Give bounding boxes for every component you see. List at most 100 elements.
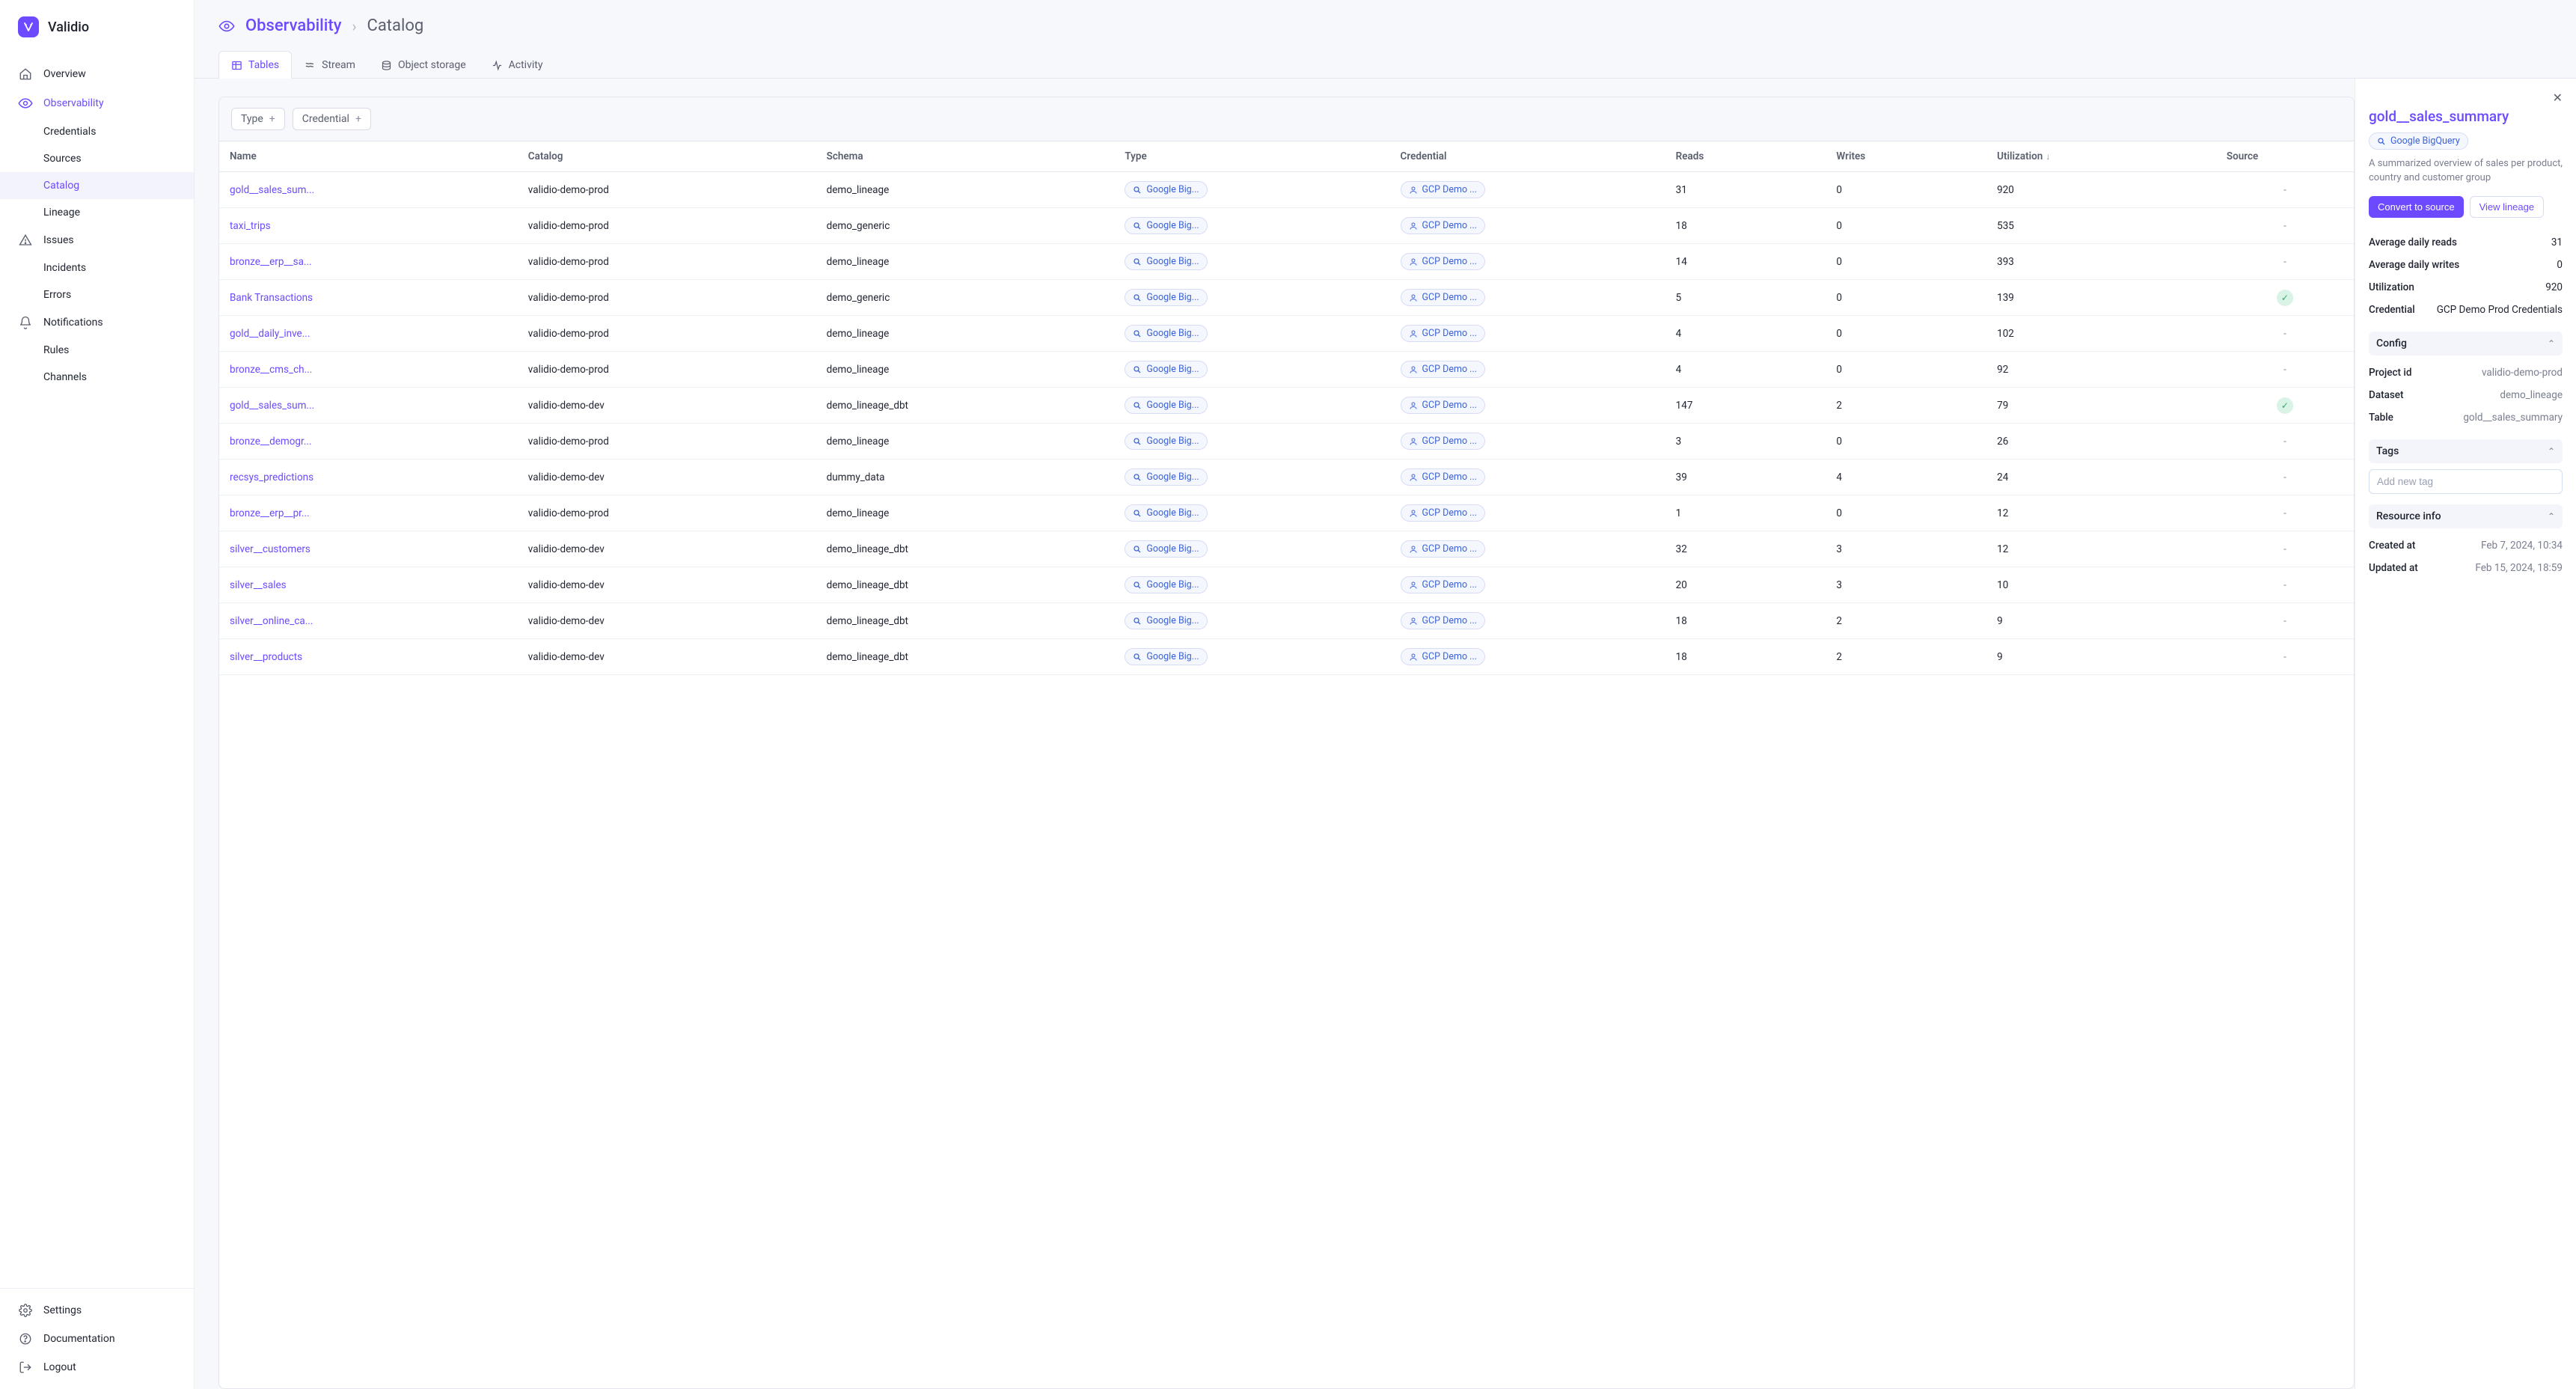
section-header-resource[interactable]: Resource info ⌃: [2369, 504, 2563, 528]
cell-name[interactable]: gold__sales_sum...: [219, 172, 518, 208]
cell-catalog: validio-demo-dev: [518, 531, 816, 567]
table-row[interactable]: gold__daily_inve...validio-demo-proddemo…: [219, 316, 2354, 352]
close-icon[interactable]: ✕: [2553, 91, 2563, 105]
cell-writes: 0: [1826, 208, 1986, 244]
nav-item-issues[interactable]: Issues: [0, 226, 194, 254]
section-header-tags[interactable]: Tags ⌃: [2369, 439, 2563, 463]
cell-reads: 3: [1665, 424, 1826, 460]
tab-stream[interactable]: Stream: [292, 51, 368, 79]
cell-type: Google Big...: [1114, 244, 1389, 280]
cell-credential: GCP Demo ...: [1390, 495, 1665, 531]
cell-catalog: validio-demo-prod: [518, 495, 816, 531]
col-header-schema[interactable]: Schema: [816, 141, 1115, 172]
nav-item-documentation[interactable]: Documentation: [0, 1325, 194, 1353]
cell-name[interactable]: silver__products: [219, 639, 518, 675]
nav-sub-lineage[interactable]: Lineage: [0, 199, 194, 226]
table-row[interactable]: bronze__erp__sa...validio-demo-proddemo_…: [219, 244, 2354, 280]
nav-sub-catalog[interactable]: Catalog: [0, 172, 194, 199]
cell-name[interactable]: recsys_predictions: [219, 460, 518, 495]
chevron-up-icon: ⌃: [2548, 338, 2555, 349]
nav-item-notifications[interactable]: Notifications: [0, 308, 194, 337]
cell-name[interactable]: gold__daily_inve...: [219, 316, 518, 352]
cell-name[interactable]: silver__online_ca...: [219, 603, 518, 639]
nav-sub-rules[interactable]: Rules: [0, 337, 194, 364]
nav-item-overview[interactable]: Overview: [0, 60, 194, 88]
section-header-config[interactable]: Config ⌃: [2369, 332, 2563, 355]
cell-name[interactable]: Bank Transactions: [219, 280, 518, 316]
table-row[interactable]: bronze__demogr...validio-demo-proddemo_l…: [219, 424, 2354, 460]
filter-bar: Type + Credential +: [219, 97, 2354, 141]
nav-item-label: Logout: [43, 1361, 76, 1373]
cell-catalog: validio-demo-dev: [518, 388, 816, 424]
table-row[interactable]: Bank Transactionsvalidio-demo-proddemo_g…: [219, 280, 2354, 316]
tab-activity[interactable]: Activity: [479, 51, 556, 79]
cell-name[interactable]: taxi_trips: [219, 208, 518, 244]
col-header-utilization[interactable]: Utilization↓: [1986, 141, 2216, 172]
credential-icon: [1409, 365, 1418, 374]
cell-reads: 4: [1665, 316, 1826, 352]
credential-pill: GCP Demo ...: [1401, 361, 1486, 378]
table-row[interactable]: recsys_predictionsvalidio-demo-devdummy_…: [219, 460, 2354, 495]
type-label: Google Big...: [1146, 364, 1199, 375]
nav-sub-label: Lineage: [43, 207, 80, 219]
credential-pill: GCP Demo ...: [1401, 576, 1486, 593]
dash-icon: -: [2283, 328, 2286, 340]
table-row[interactable]: silver__online_ca...validio-demo-devdemo…: [219, 603, 2354, 639]
nav-sub-label: Incidents: [43, 262, 86, 274]
cell-schema: demo_generic: [816, 208, 1115, 244]
table-row[interactable]: silver__productsvalidio-demo-devdemo_lin…: [219, 639, 2354, 675]
type-pill: Google Big...: [1125, 433, 1207, 450]
cell-writes: 0: [1826, 352, 1986, 388]
kv-value: Feb 15, 2024, 18:59: [2475, 562, 2563, 574]
col-header-type[interactable]: Type: [1114, 141, 1389, 172]
convert-to-source-button[interactable]: Convert to source: [2369, 196, 2464, 218]
nav-item-logout[interactable]: Logout: [0, 1353, 194, 1382]
nav-item-settings[interactable]: Settings: [0, 1296, 194, 1325]
table-row[interactable]: silver__salesvalidio-demo-devdemo_lineag…: [219, 567, 2354, 603]
cell-name[interactable]: gold__sales_sum...: [219, 388, 518, 424]
col-header-reads[interactable]: Reads: [1665, 141, 1826, 172]
col-header-catalog[interactable]: Catalog: [518, 141, 816, 172]
table-row[interactable]: bronze__cms_ch...validio-demo-proddemo_l…: [219, 352, 2354, 388]
cell-catalog: validio-demo-dev: [518, 460, 816, 495]
nav-sub-errors[interactable]: Errors: [0, 281, 194, 308]
col-header-writes[interactable]: Writes: [1826, 141, 1986, 172]
table-row[interactable]: taxi_tripsvalidio-demo-proddemo_genericG…: [219, 208, 2354, 244]
table-row[interactable]: gold__sales_sum...validio-demo-devdemo_l…: [219, 388, 2354, 424]
bigquery-icon: [1133, 437, 1142, 446]
view-lineage-button[interactable]: View lineage: [2470, 196, 2544, 218]
chevron-right-icon: ›: [352, 17, 357, 35]
nav-sub-sources[interactable]: Sources: [0, 145, 194, 172]
cell-name[interactable]: bronze__demogr...: [219, 424, 518, 460]
cell-name[interactable]: bronze__erp__pr...: [219, 495, 518, 531]
col-header-source[interactable]: Source: [2216, 141, 2354, 172]
nav-sub-incidents[interactable]: Incidents: [0, 254, 194, 281]
col-header-name[interactable]: Name: [219, 141, 518, 172]
credential-label: GCP Demo ...: [1422, 292, 1478, 303]
dash-icon: -: [2283, 651, 2286, 663]
cell-reads: 4: [1665, 352, 1826, 388]
stream-icon: [305, 60, 316, 71]
cell-type: Google Big...: [1114, 280, 1389, 316]
tab-object-storage[interactable]: Object storage: [368, 51, 479, 79]
filter-credential[interactable]: Credential +: [293, 108, 371, 130]
cell-name[interactable]: silver__sales: [219, 567, 518, 603]
type-pill: Google Big...: [1125, 540, 1207, 558]
cell-name[interactable]: bronze__cms_ch...: [219, 352, 518, 388]
nav-item-observability[interactable]: Observability: [0, 88, 194, 118]
col-header-credential[interactable]: Credential: [1390, 141, 1665, 172]
nav-sub-credentials[interactable]: Credentials: [0, 118, 194, 145]
credential-pill: GCP Demo ...: [1401, 181, 1486, 198]
breadcrumb-root[interactable]: Observability: [245, 16, 342, 35]
table-row[interactable]: bronze__erp__pr...validio-demo-proddemo_…: [219, 495, 2354, 531]
filter-type[interactable]: Type +: [231, 108, 285, 130]
breadcrumb-current: Catalog: [367, 16, 424, 35]
cell-name[interactable]: silver__customers: [219, 531, 518, 567]
table-row[interactable]: silver__customersvalidio-demo-devdemo_li…: [219, 531, 2354, 567]
tab-tables[interactable]: Tables: [218, 51, 292, 79]
cell-name[interactable]: bronze__erp__sa...: [219, 244, 518, 280]
table-row[interactable]: gold__sales_sum...validio-demo-proddemo_…: [219, 172, 2354, 208]
credential-label: GCP Demo ...: [1422, 364, 1478, 375]
nav-sub-channels[interactable]: Channels: [0, 364, 194, 391]
tag-input[interactable]: [2369, 469, 2563, 494]
